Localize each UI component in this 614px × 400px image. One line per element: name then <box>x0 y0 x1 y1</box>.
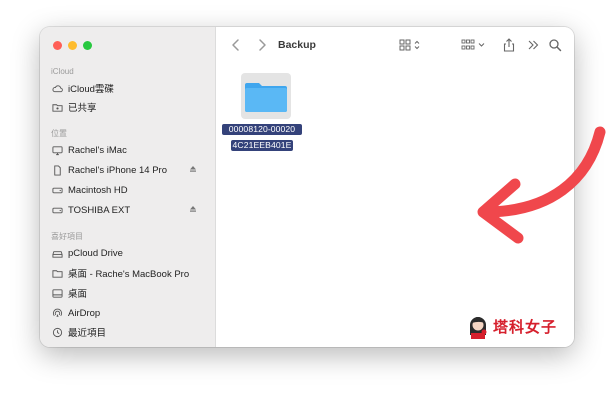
sidebar-item-label: 最近項目 <box>68 328 107 339</box>
clock-icon <box>50 326 64 338</box>
disk-icon <box>50 184 64 196</box>
eject-icon[interactable] <box>188 204 198 214</box>
sidebar-item-label: pCloud Drive <box>68 247 123 259</box>
drive-icon <box>50 247 64 259</box>
back-icon[interactable] <box>229 38 243 52</box>
sidebar-item-desktop[interactable]: 桌面 <box>50 285 210 301</box>
sidebar-item-pcloud[interactable]: pCloud Drive <box>50 245 210 261</box>
minimize-button[interactable] <box>68 41 77 50</box>
sidebar-item-label: Rachel's iMac <box>68 144 127 156</box>
share-button[interactable] <box>502 38 516 52</box>
section-title-locations: 位置 <box>51 129 67 138</box>
group-button[interactable] <box>461 38 487 52</box>
section-title-favorites: 喜好項目 <box>51 232 83 241</box>
sidebar-item-toshiba[interactable]: TOSHIBA EXT <box>50 202 210 218</box>
sidebar-item-airdrop[interactable]: AirDrop <box>50 305 210 321</box>
view-mode-button[interactable] <box>398 38 422 52</box>
zoom-button[interactable] <box>83 41 92 50</box>
eject-icon[interactable] <box>188 164 198 174</box>
forward-icon[interactable] <box>255 38 269 52</box>
folder-name-label[interactable]: 00008120-00020 4C21EEB401E <box>222 124 302 153</box>
watermark-text: 塔科女子 <box>493 318 558 336</box>
disk-icon <box>50 204 64 216</box>
sidebar-item-macintosh-hd[interactable]: Macintosh HD <box>50 182 210 198</box>
sidebar-item-label: Rachel's iPhone 14 Pro <box>68 164 167 176</box>
sidebar-item-imac[interactable]: Rachel's iMac <box>50 142 210 158</box>
red-arrow-annotation <box>477 126 606 244</box>
group-icon <box>461 39 485 50</box>
double-chevron-icon <box>528 40 539 50</box>
search-button[interactable] <box>548 38 562 52</box>
sidebar: iCloud iCloud雲碟 已共享 位置 Rachel's iMac Rac… <box>40 27 216 347</box>
sidebar-item-label: Macintosh HD <box>68 184 128 196</box>
sidebar-item-desktop-macbook[interactable]: 桌面 - Rache's MacBook Pro <box>50 265 210 281</box>
folder-name-line: 00008120-00020 <box>222 124 302 135</box>
airdrop-icon <box>50 307 64 319</box>
desktop-icon <box>50 287 64 299</box>
sidebar-item-label: 已共享 <box>68 103 97 114</box>
sidebar-item-label: 桌面 <box>68 289 88 300</box>
share-icon <box>503 38 515 52</box>
imac-icon <box>50 144 64 156</box>
sidebar-item-icloud-drive[interactable]: iCloud雲碟 <box>50 80 210 96</box>
folder-name-line: 4C21EEB401E <box>230 140 294 151</box>
sidebar-item-iphone[interactable]: Rachel's iPhone 14 Pro <box>50 162 210 178</box>
shared-folder-icon <box>50 101 64 113</box>
watermark: 塔科女子 <box>467 313 557 339</box>
more-toolbar-button[interactable] <box>526 38 540 52</box>
grid-view-icon <box>399 39 420 51</box>
window-controls <box>53 41 92 50</box>
sidebar-item-recents[interactable]: 最近項目 <box>50 324 210 340</box>
sidebar-item-label: iCloud雲碟 <box>68 84 114 95</box>
close-button[interactable] <box>53 41 62 50</box>
folder-icon <box>245 83 287 112</box>
cloud-icon <box>50 82 64 94</box>
sidebar-item-label: 桌面 - Rache's MacBook Pro <box>68 269 190 280</box>
iphone-icon <box>50 164 64 176</box>
window-title: Backup <box>278 39 316 51</box>
sidebar-item-label: TOSHIBA EXT <box>68 204 131 216</box>
folder-item[interactable] <box>241 73 291 119</box>
search-icon <box>549 39 562 52</box>
section-title-icloud: iCloud <box>51 67 74 76</box>
folder-icon <box>50 267 64 279</box>
avatar-icon <box>470 317 487 339</box>
sidebar-item-shared[interactable]: 已共享 <box>50 99 210 115</box>
sidebar-item-label: AirDrop <box>68 307 101 319</box>
